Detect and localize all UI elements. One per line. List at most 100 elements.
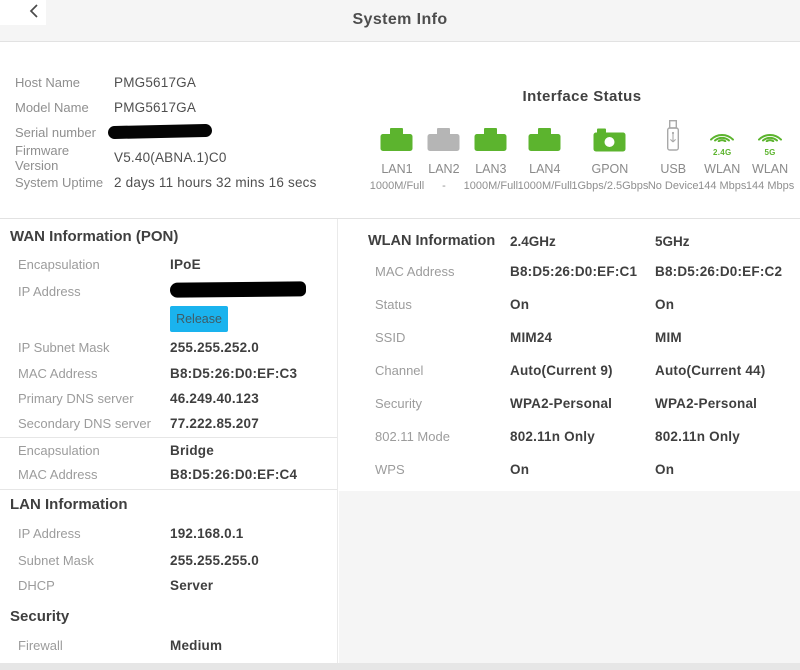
interface-item-wlan-2-4g: 2.4G WLAN 144 Mbps — [698, 121, 746, 192]
interface-name: LAN4 — [529, 162, 561, 176]
wlan-row-channel: Channel Auto(Current 9) Auto(Current 44) — [339, 354, 800, 387]
field-label: DHCP — [18, 578, 55, 593]
field-label: IP Address — [18, 525, 81, 541]
row-ip-address-1: IP Address — [0, 278, 337, 304]
interface-status-title: Interface Status — [522, 88, 642, 105]
bottom-strip — [0, 663, 800, 670]
info-label: Model Name — [15, 100, 89, 115]
interface-item-lan3: LAN3 1000M/Full — [464, 121, 518, 192]
value-2-4ghz: WPA2-Personal — [510, 396, 613, 411]
device-info-row-host-name: Host Name PMG5617GA — [15, 70, 317, 95]
value-2-4ghz: On — [510, 297, 530, 312]
field-value: 46.249.40.123 — [170, 391, 259, 406]
interface-name: LAN1 — [381, 162, 413, 176]
gpon-icon — [593, 127, 626, 157]
value-2-4ghz: On — [510, 462, 530, 477]
ethernet-port-icon — [528, 127, 561, 157]
wlan-panel: WLAN Information 2.4GHz 5GHz MAC Address… — [339, 219, 800, 664]
wifi-icon: 2.4G — [706, 121, 738, 157]
wlan-row-mac-address: MAC Address B8:D5:26:D0:EF:C1 B8:D5:26:D0:… — [339, 255, 800, 288]
wlan-row-status: Status On On — [339, 288, 800, 321]
interface-status-value: - — [442, 180, 446, 192]
row-dhcp-2: DHCP Server — [0, 573, 337, 598]
redaction-bar — [107, 123, 213, 139]
row-ip-subnet-mask-2: IP Subnet Mask 255.255.252.0 — [0, 334, 337, 361]
wifi-icon: 5G — [754, 121, 786, 157]
field-value: Medium — [170, 637, 223, 653]
wifi-band-label: 2.4G — [712, 148, 732, 157]
wifi-icon — [706, 127, 738, 147]
field-label: SSID — [375, 330, 406, 345]
field-label: IP Address — [18, 283, 81, 299]
field-value: 255.255.252.0 — [170, 340, 259, 355]
ethernet-port-icon — [427, 127, 460, 157]
value-5ghz: Auto(Current 44) — [655, 363, 766, 378]
wan-lan-panel: WAN Information (PON) Encapsulation IPoE I… — [0, 219, 338, 664]
security-rows: Firewall Medium — [0, 630, 337, 660]
device-info-list: Host Name PMG5617GA Model Name PMG5617GA Ser… — [15, 70, 317, 195]
wlan-row-wps: WPS On On — [339, 453, 800, 486]
interface-status-value: 1000M/Full — [517, 180, 572, 192]
field-value: B8:D5:26:D0:EF:C3 — [170, 366, 298, 381]
system-info-page: System Info Host Name PMG5617GA Model Name… — [0, 0, 800, 670]
interface-item-gpon: GPON 1Gbps/2.5Gbps — [571, 121, 649, 192]
field-value: B8:D5:26:D0:EF:C4 — [170, 467, 298, 482]
row-mac-address-3: MAC Address B8:D5:26:D0:EF:C3 — [0, 361, 337, 386]
interface-status-value: 1000M/Full — [463, 180, 519, 192]
interface-status-value: 144 Mbps — [698, 180, 747, 192]
info-value: PMG5617GA — [114, 75, 197, 90]
interface-status-row: LAN1 1000M/Full LAN2 - LAN3 1000M/Full LAN4 100… — [368, 120, 796, 192]
info-value: V5.40(ABNA.1)C0 — [114, 150, 227, 165]
value-5ghz: 802.11n Only — [655, 429, 740, 444]
row-mac-address-7: MAC Address B8:D5:26:D0:EF:C4 — [0, 462, 337, 487]
interface-name: LAN2 — [428, 162, 460, 176]
row-primary-dns-server-4: Primary DNS server 46.249.40.123 — [0, 386, 337, 411]
field-value: Bridge — [170, 442, 214, 458]
release-button-row: Release — [0, 304, 337, 334]
wlan-column-5ghz: 5GHz — [655, 233, 690, 249]
interface-status-value: 1Gbps/2.5Gbps — [571, 180, 649, 192]
interface-item-lan1: LAN1 1000M/Full — [370, 121, 424, 192]
field-label: Channel — [375, 363, 424, 378]
ethernet-port-icon — [380, 121, 413, 157]
wan-information-heading: WAN Information (PON) — [10, 228, 179, 245]
gpon-icon — [593, 121, 626, 157]
top-section: Host Name PMG5617GA Model Name PMG5617GA Ser… — [0, 42, 800, 218]
row-encapsulation-6: Encapsulation Bridge — [0, 438, 337, 462]
row-firewall-0: Firewall Medium — [0, 630, 337, 660]
interface-item-usb: USB No Device — [648, 120, 699, 192]
wlan-header-row: WLAN Information 2.4GHz 5GHz — [339, 227, 800, 255]
info-label: Serial number — [15, 125, 96, 140]
wifi-band-label: 5G — [764, 148, 776, 157]
field-value: 192.168.0.1 — [170, 525, 244, 541]
redaction-bar — [169, 281, 307, 298]
field-label: MAC Address — [18, 467, 98, 482]
ethernet-port-icon — [380, 127, 413, 157]
wifi-icon — [754, 127, 786, 147]
field-label: Encapsulation — [18, 256, 100, 272]
field-value: Server — [170, 578, 214, 593]
ethernet-port-icon — [474, 127, 507, 157]
interface-item-lan2: LAN2 - — [424, 121, 464, 192]
info-label: Firmware Version — [15, 142, 70, 173]
field-label: Status — [375, 297, 412, 312]
field-label: WPS — [375, 462, 405, 477]
release-button[interactable]: Release — [170, 306, 228, 332]
wlan-row-ssid: SSID MIM24 MIM — [339, 321, 800, 354]
info-label: Host Name — [15, 75, 81, 90]
panel-background — [339, 491, 800, 664]
wlan-information-heading: WLAN Information — [368, 233, 496, 249]
ethernet-port-icon — [528, 121, 561, 157]
wlan-column-2-4ghz: 2.4GHz — [510, 233, 556, 249]
field-label: Secondary DNS server — [18, 415, 151, 431]
interface-name: LAN3 — [475, 162, 507, 176]
row-encapsulation-0: Encapsulation IPoE — [0, 250, 337, 278]
value-2-4ghz: B8:D5:26:D0:EF:C1 — [510, 264, 638, 279]
interface-name: WLAN — [752, 162, 789, 176]
wlan-rows: MAC Address B8:D5:26:D0:EF:C1 B8:D5:26:D0:… — [339, 255, 800, 486]
value-2-4ghz: Auto(Current 9) — [510, 363, 613, 378]
row-secondary-dns-server-5: Secondary DNS server 77.222.85.207 — [0, 411, 337, 435]
value-5ghz: On — [655, 297, 675, 312]
field-value: 77.222.85.207 — [170, 415, 259, 431]
wlan-row-802-11-mode: 802.11 Mode 802.11n Only 802.11n Only — [339, 420, 800, 453]
